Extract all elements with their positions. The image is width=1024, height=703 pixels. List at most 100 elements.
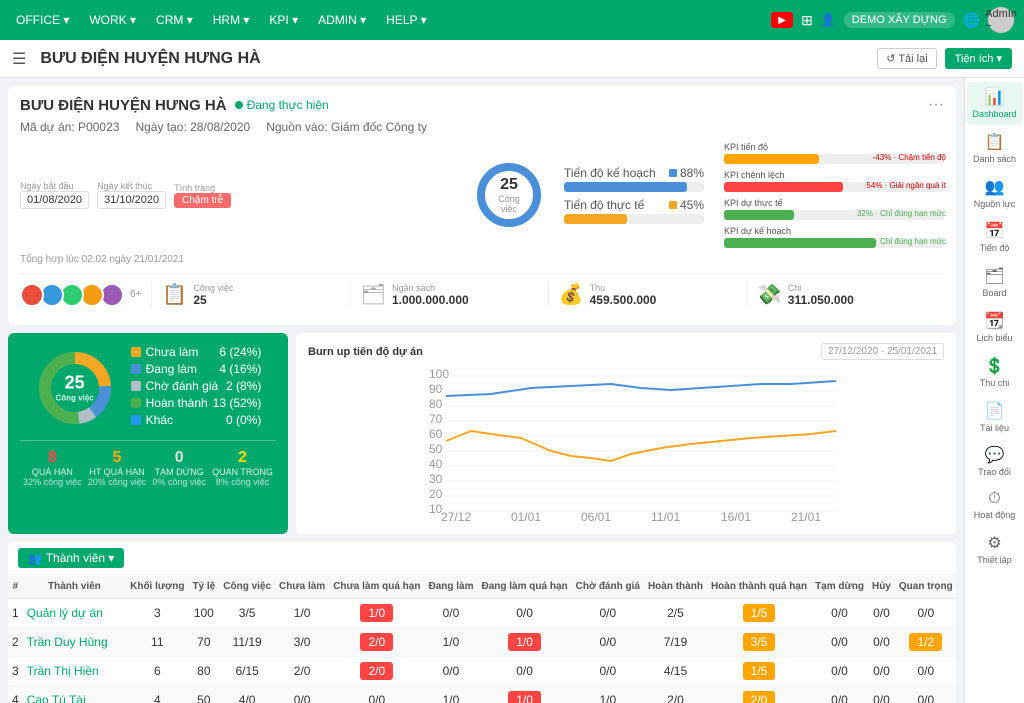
progress-icon: 📅 xyxy=(985,221,1005,241)
docs-icon: 📄 xyxy=(985,401,1005,421)
burnup-card: Burn up tiến độ dự án 27/12/2020 - 25/01… xyxy=(296,333,956,534)
status-field: Tình trạng Chậm trễ xyxy=(174,183,231,208)
second-nav: ☰ BƯU ĐIỆN HUYỆN HƯNG HÀ ↺ Tải lại Tiện … xyxy=(0,40,1024,78)
overdue-tam-dung: 0 TẠM DỪNG 0% công việc xyxy=(152,449,206,487)
sidebar-item-calendar[interactable]: 📆 Lịch biểu xyxy=(967,306,1023,349)
kpi-bars: KPI tiến độ -43% · Chậm tiến độ KPI chên… xyxy=(724,142,944,248)
legend-dot-cho xyxy=(131,381,141,391)
overdue-qua-han: 8 QUÁ HẠN 32% công việc xyxy=(23,449,82,487)
cell-hoan-qh-wrap: 2/0 xyxy=(707,686,811,703)
col-cv: Công việc xyxy=(219,575,275,599)
avatar[interactable]: AdmIn ~ xyxy=(988,7,1014,33)
more-options-icon[interactable]: ··· xyxy=(928,96,944,114)
stat-label-thu: Thu xyxy=(590,283,657,293)
main-layout: BƯU ĐIỆN HUYỆN HƯNG HÀ Đang thực hiện ··… xyxy=(0,78,1024,703)
cell-name[interactable]: Trần Thị Hiền xyxy=(23,657,126,686)
sidebar-item-dashboard[interactable]: 📊 Dashboard xyxy=(967,82,1023,125)
stat-thu: 💰 Thu 459.500.000 xyxy=(549,282,747,307)
cell-qt-wrap: 0/0 xyxy=(895,686,956,703)
cell-cho: 0/0 xyxy=(572,628,644,657)
sidebar-item-list[interactable]: 📋 Danh sách xyxy=(967,127,1023,170)
col-dang-qh: Đang làm quá hạn xyxy=(477,575,571,599)
donut-chart: 25 Công việc xyxy=(35,348,115,428)
globe-icon[interactable]: 🌐 xyxy=(963,12,980,29)
hamburger-icon[interactable]: ☰ xyxy=(12,49,26,69)
legend-dot-chua xyxy=(131,347,141,357)
sidebar-item-progress[interactable]: 📅 Tiến độ xyxy=(967,216,1023,259)
project-source: Nguồn vào: Giám đốc Công ty xyxy=(266,120,427,134)
legend-chua-lam: Chưa làm 6 (24%) xyxy=(131,345,262,359)
donut-container: 25 Công việc Chưa làm 6 (24%) xyxy=(20,345,276,430)
tienich-button[interactable]: Tiện ích ▾ xyxy=(945,48,1012,69)
cell-kl: 4 xyxy=(126,686,188,703)
stat-value-ns: 1.000.000.000 xyxy=(392,293,469,307)
stat-label-cv: Công việc xyxy=(193,283,233,293)
cell-chua: 0/0 xyxy=(275,686,329,703)
legend-khac: Khác 0 (0%) xyxy=(131,413,262,427)
cell-chua-qh[interactable]: 1/0 xyxy=(360,604,393,622)
grid-icon[interactable]: ⊞ xyxy=(801,12,813,29)
cell-name[interactable]: Quản lý dự án xyxy=(23,599,126,628)
nav-office[interactable]: OFFICE ▾ xyxy=(10,13,75,27)
cell-dang-qh[interactable]: 1/0 xyxy=(508,633,541,651)
cell-dang: 1/0 xyxy=(424,628,477,657)
cell-tam: 0/0 xyxy=(811,599,868,628)
cell-name[interactable]: Cao Tú Tài xyxy=(23,686,126,703)
table-row: 4 Cao Tú Tài 4 50 4/0 0/0 0/0 1/0 1/0 1/… xyxy=(8,686,956,703)
cell-dang-qh[interactable]: 1/0 xyxy=(508,691,541,703)
nav-admin[interactable]: ADMIN ▾ xyxy=(312,13,372,27)
sidebar-item-activity[interactable]: ⏱ Hoạt động xyxy=(967,485,1023,526)
avatar-1 xyxy=(20,283,44,307)
nav-hrm[interactable]: HRM ▾ xyxy=(207,13,256,27)
svg-text:80: 80 xyxy=(429,397,443,411)
cell-hoan-qh[interactable]: 1/5 xyxy=(743,662,776,680)
table-header-row: # Thành viên Khối lượng Tỷ lệ Công việc … xyxy=(8,575,956,599)
table-toolbar: 👥 Thành viên ▾ xyxy=(8,542,956,575)
svg-text:27/12: 27/12 xyxy=(441,510,471,521)
cell-chua-qh[interactable]: 2/0 xyxy=(360,633,393,651)
sidebar-item-board[interactable]: 🗂 Board xyxy=(967,261,1023,304)
sidebar-item-chat[interactable]: 💬 Trao đổi xyxy=(967,440,1023,483)
nav-work[interactable]: WORK ▾ xyxy=(83,13,142,27)
members-button[interactable]: 👥 Thành viên ▾ xyxy=(18,548,124,568)
user-icon: 👤 xyxy=(821,13,836,27)
actual-pct: 45% xyxy=(680,198,704,212)
cell-qt[interactable]: 1/2 xyxy=(909,633,942,651)
nav-kpi[interactable]: KPI ▾ xyxy=(263,13,304,27)
sidebar-item-resources[interactable]: 👥 Nguồn lực xyxy=(967,172,1023,215)
demo-label[interactable]: DEMO XÂY DỰNG xyxy=(844,12,955,28)
cell-hoan-qh[interactable]: 1/5 xyxy=(743,604,776,622)
nav-crm[interactable]: CRM ▾ xyxy=(150,13,199,27)
overdue-quan-trong: 2 QUAN TRỌNG 8% công việc xyxy=(212,449,273,487)
sidebar-item-settings[interactable]: ⚙ Thiết lập xyxy=(967,528,1023,571)
legend-dang-lam: Đang làm 4 (16%) xyxy=(131,362,262,376)
cell-chua: 1/0 xyxy=(275,599,329,628)
sidebar-label-calendar: Lịch biểu xyxy=(976,333,1012,344)
nav-help[interactable]: HELP ▾ xyxy=(380,13,433,27)
actual-progress-label: Tiến độ thực tế xyxy=(564,198,644,212)
sidebar-item-finance[interactable]: 💲 Thu chi xyxy=(967,351,1023,394)
youtube-icon[interactable]: ▶ xyxy=(771,12,793,28)
cell-name[interactable]: Trần Duy Hùng xyxy=(23,628,126,657)
cell-hoan-qh[interactable]: 3/5 xyxy=(743,633,776,651)
content-area: BƯU ĐIỆN HUYỆN HƯNG HÀ Đang thực hiện ··… xyxy=(0,78,964,703)
sidebar-label-settings: Thiết lập xyxy=(977,555,1012,566)
sidebar-label-progress: Tiến độ xyxy=(980,243,1010,254)
cell-cv: 3/5 xyxy=(219,599,275,628)
svg-text:40: 40 xyxy=(429,457,443,471)
reload-button[interactable]: ↺ Tải lại xyxy=(877,48,936,69)
donut-center-label: 25 Công việc xyxy=(55,372,93,403)
cell-num: 1 xyxy=(8,599,23,628)
project-create-date: Ngày tạo: 28/08/2020 xyxy=(135,120,250,134)
cell-chua-qh[interactable]: 2/0 xyxy=(360,662,393,680)
cell-hoan-qh[interactable]: 2/0 xyxy=(743,691,776,703)
sidebar-item-docs[interactable]: 📄 Tài liệu xyxy=(967,396,1023,439)
settings-icon: ⚙ xyxy=(987,533,1001,553)
end-date-label: Ngày kết thúc xyxy=(97,181,166,191)
burnup-date: 27/12/2020 - 25/01/2021 xyxy=(821,343,944,360)
cell-tl: 100 xyxy=(188,599,219,628)
stat-congviec: 📋 Công việc 25 xyxy=(152,282,350,307)
svg-text:60: 60 xyxy=(429,427,443,441)
cell-num: 3 xyxy=(8,657,23,686)
svg-text:20: 20 xyxy=(429,487,443,501)
